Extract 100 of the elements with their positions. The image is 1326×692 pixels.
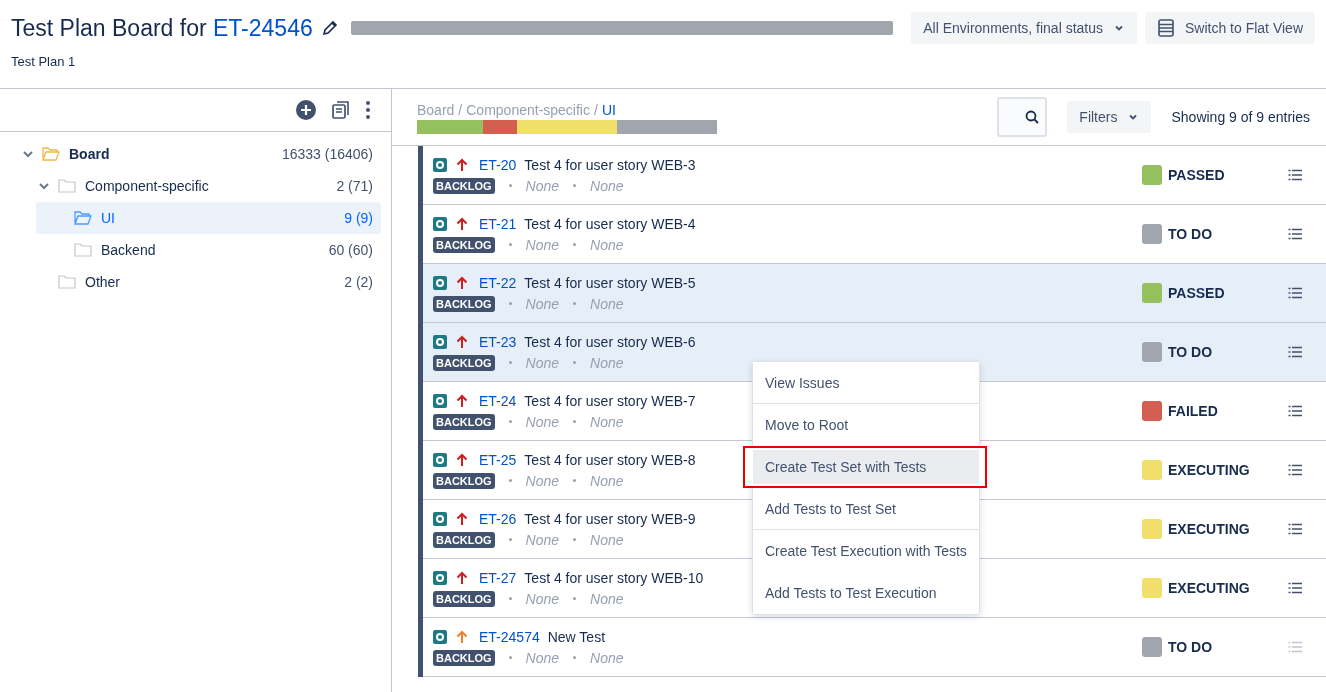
test-type-icon (433, 157, 447, 172)
numbered-list-icon[interactable] (1288, 346, 1302, 358)
numbered-list-icon[interactable] (1288, 228, 1302, 240)
issue-key-link[interactable]: ET-21 (479, 215, 517, 232)
separator-dot-icon (573, 597, 577, 600)
menu-item[interactable]: Create Test Execution with Tests (753, 530, 979, 572)
issue-key-link[interactable]: ET-25 (479, 451, 517, 468)
status-tag: BACKLOG (433, 531, 495, 548)
copy-icon[interactable] (331, 100, 351, 120)
field-value: None (525, 649, 560, 666)
separator-dot-icon (508, 538, 512, 541)
separator-dot-icon (508, 243, 512, 246)
test-row[interactable]: ET-22 Test 4 for user story WEB-5 BACKLOG None None PASSED (423, 264, 1326, 323)
field-value: None (525, 472, 560, 489)
test-type-icon (433, 275, 447, 290)
test-summary: Test 4 for user story WEB-10 (524, 569, 704, 586)
issue-key-link[interactable]: ET-24546 (213, 14, 313, 41)
status-tag: BACKLOG (433, 413, 495, 430)
field-value: None (525, 413, 560, 430)
status-tag: BACKLOG (433, 590, 495, 607)
menu-item[interactable]: Create Test Set with Tests (743, 446, 987, 488)
status-tag: BACKLOG (433, 472, 495, 489)
folder-icon (74, 242, 92, 258)
pencil-icon[interactable] (320, 19, 339, 37)
page-title: Test Plan Board for ET-24546 (11, 14, 313, 42)
tree-item[interactable]: Component-specific 2 (71) (20, 170, 381, 202)
numbered-list-icon[interactable] (1288, 523, 1302, 535)
tree-item[interactable]: Backend 60 (60) (36, 234, 381, 266)
folder-icon (58, 178, 76, 194)
field-value: None (590, 531, 624, 548)
tree-item-count: 60 (60) (328, 242, 373, 258)
more-icon[interactable] (365, 100, 371, 120)
separator-dot-icon (508, 361, 512, 364)
separator-dot-icon (573, 656, 577, 659)
flat-view-button[interactable]: Switch to Flat View (1145, 12, 1315, 44)
field-value: None (590, 236, 624, 253)
field-value: None (590, 472, 624, 489)
numbered-list-icon[interactable] (1288, 464, 1302, 476)
tree-item-count: 16333 (16406) (281, 146, 373, 162)
add-icon[interactable] (295, 99, 317, 121)
numbered-list-icon[interactable] (1288, 169, 1302, 181)
separator-dot-icon (508, 184, 512, 187)
tree-item-count: 2 (71) (336, 178, 373, 194)
issue-key-link[interactable]: ET-27 (479, 569, 517, 586)
menu-item[interactable]: Add Tests to Test Set (753, 488, 979, 530)
test-status: TO DO (1168, 639, 1213, 655)
issue-key-link[interactable]: ET-26 (479, 510, 517, 527)
test-type-icon (433, 629, 447, 644)
numbered-list-icon[interactable] (1288, 287, 1302, 299)
filters-button[interactable]: Filters (1067, 101, 1152, 133)
test-summary: Test 4 for user story WEB-9 (524, 510, 696, 527)
issue-key-link[interactable]: ET-23 (479, 333, 517, 350)
breadcrumb-link[interactable]: UI (601, 102, 616, 118)
test-summary: Test 4 for user story WEB-6 (524, 333, 696, 350)
search-icon (1025, 110, 1040, 124)
test-summary: Test 4 for user story WEB-8 (524, 451, 696, 468)
test-type-icon (433, 570, 447, 585)
field-value: None (590, 295, 624, 312)
separator-dot-icon (573, 479, 577, 482)
separator-dot-icon (508, 597, 512, 600)
field-value: None (590, 649, 624, 666)
status-tag: BACKLOG (433, 236, 495, 253)
menu-item[interactable]: Move to Root (753, 404, 979, 446)
field-value: None (525, 531, 560, 548)
test-summary: Test 4 for user story WEB-7 (524, 392, 696, 409)
numbered-list-icon[interactable] (1288, 582, 1302, 594)
search-field[interactable] (997, 97, 1048, 137)
field-value: None (525, 590, 560, 607)
separator-dot-icon (573, 420, 577, 423)
separator-dot-icon (573, 184, 577, 187)
environment-select[interactable]: All Environments, final status (911, 12, 1137, 44)
tree-item-count: 9 (9) (344, 210, 373, 226)
issue-key-link[interactable]: ET-20 (479, 156, 517, 173)
issue-key-link[interactable]: ET-24574 (479, 628, 540, 645)
tree-item[interactable]: Board 16333 (16406) (4, 138, 381, 170)
numbered-list-icon[interactable] (1288, 405, 1302, 417)
field-value: None (590, 177, 624, 194)
breadcrumb-separator: / (458, 102, 463, 118)
issue-key-link[interactable]: ET-24 (479, 392, 517, 409)
separator-dot-icon (573, 243, 577, 246)
test-type-icon (433, 393, 447, 408)
issue-key-link[interactable]: ET-22 (479, 274, 517, 291)
menu-item[interactable]: View Issues (753, 362, 979, 404)
field-value: None (590, 413, 624, 430)
menu-item[interactable]: Add Tests to Test Execution (753, 572, 979, 614)
open-folder-icon (42, 146, 60, 162)
separator-dot-icon (508, 302, 512, 305)
page-subtitle: Test Plan 1 (11, 54, 77, 69)
status-tag: BACKLOG (433, 354, 495, 371)
test-summary: Test 4 for user story WEB-4 (524, 215, 696, 232)
tree-item-count: 2 (2) (344, 274, 373, 290)
field-value: None (525, 354, 560, 371)
separator-dot-icon (508, 479, 512, 482)
separator-dot-icon (573, 302, 577, 305)
test-type-icon (433, 216, 447, 231)
status-tag: BACKLOG (433, 295, 495, 312)
separator-dot-icon (573, 361, 577, 364)
tree-item[interactable]: Other 2 (2) (20, 266, 381, 298)
test-type-icon (433, 334, 447, 349)
tree-item[interactable]: UI 9 (9) (36, 202, 381, 234)
